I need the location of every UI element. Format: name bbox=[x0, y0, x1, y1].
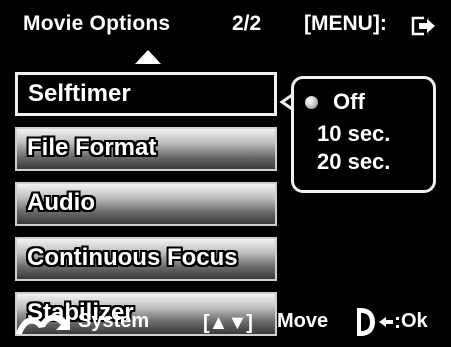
option-20-sec[interactable]: 20 sec. bbox=[317, 149, 390, 175]
header-bar: Movie Options 2/2 [MENU]: bbox=[0, 0, 451, 64]
footer-bar: System [▲▼] Move Ok bbox=[0, 298, 451, 345]
move-arrows-icon: [▲▼] bbox=[203, 312, 253, 334]
menu-exit-hint[interactable]: [MENU]: bbox=[304, 12, 387, 36]
system-arrow-icon bbox=[16, 314, 70, 334]
page-indicator: 2/2 bbox=[232, 12, 262, 35]
menu-item-label: Audio bbox=[27, 189, 96, 217]
option-off[interactable]: Off bbox=[333, 89, 365, 115]
exit-arrow-icon bbox=[411, 15, 435, 37]
option-10-sec[interactable]: 10 sec. bbox=[317, 121, 390, 147]
selected-bullet-icon bbox=[305, 96, 318, 109]
menu-item-label: Continuous Focus bbox=[27, 244, 239, 272]
scroll-up-icon[interactable] bbox=[135, 50, 161, 64]
page-title: Movie Options bbox=[23, 12, 171, 35]
menu-item-continuous-focus[interactable]: Continuous Focus bbox=[15, 237, 277, 281]
footer-move-label: Move bbox=[277, 310, 329, 332]
footer-system-label[interactable]: System bbox=[78, 310, 149, 333]
menu-item-label: File Format bbox=[26, 134, 157, 162]
menu-item-file-format[interactable]: File Format bbox=[15, 127, 277, 171]
footer-ok-label: Ok bbox=[401, 310, 428, 332]
selftimer-submenu: Off 10 sec. 20 sec. bbox=[291, 76, 436, 193]
dial-ok-icon bbox=[357, 308, 399, 336]
menu-item-selftimer[interactable]: Selftimer bbox=[15, 72, 277, 116]
menu-item-audio[interactable]: Audio bbox=[15, 182, 277, 226]
menu-item-label: Selftimer bbox=[28, 80, 131, 107]
